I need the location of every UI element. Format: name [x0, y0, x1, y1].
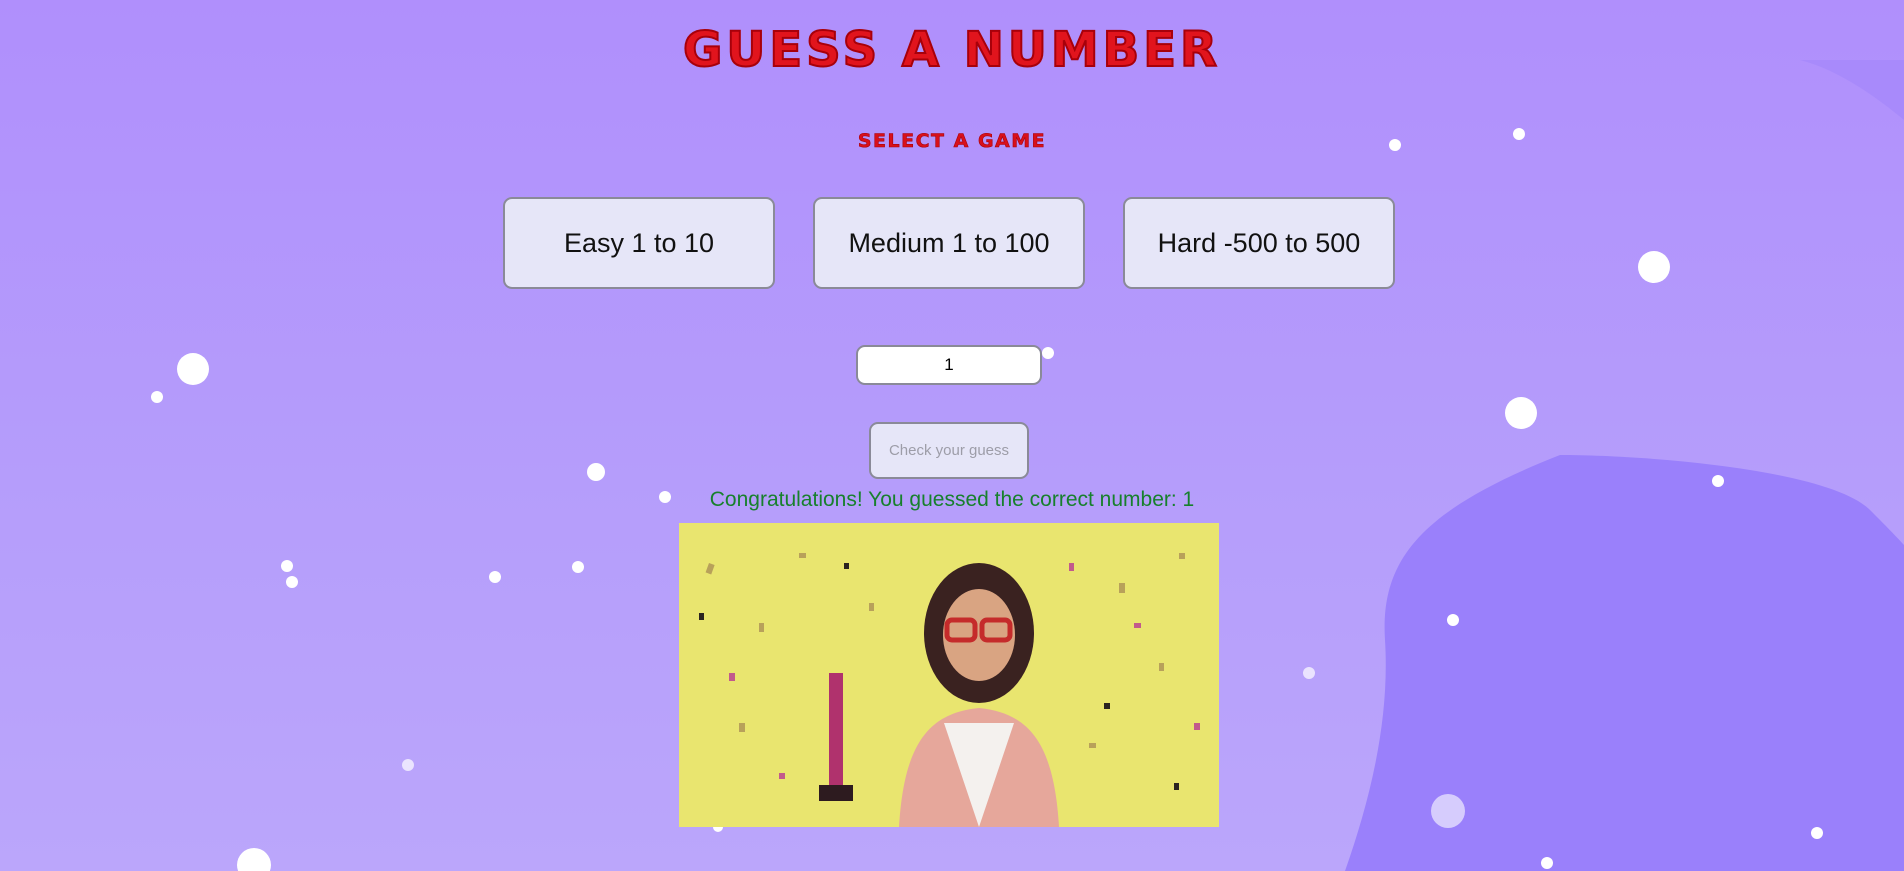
result-message: Congratulations! You guessed the correct…: [709, 488, 1195, 511]
guess-input[interactable]: [856, 345, 1042, 385]
easy-game-button[interactable]: Easy 1 to 10: [503, 197, 775, 289]
check-guess-button[interactable]: Check your guess: [869, 422, 1029, 479]
celebration-image: [679, 523, 1219, 827]
medium-game-button[interactable]: Medium 1 to 100: [813, 197, 1085, 289]
hard-game-button[interactable]: Hard -500 to 500: [1123, 197, 1395, 289]
select-game-heading: SELECT A GAME: [857, 130, 1047, 153]
page-title: GUESS A NUMBER: [682, 21, 1221, 79]
